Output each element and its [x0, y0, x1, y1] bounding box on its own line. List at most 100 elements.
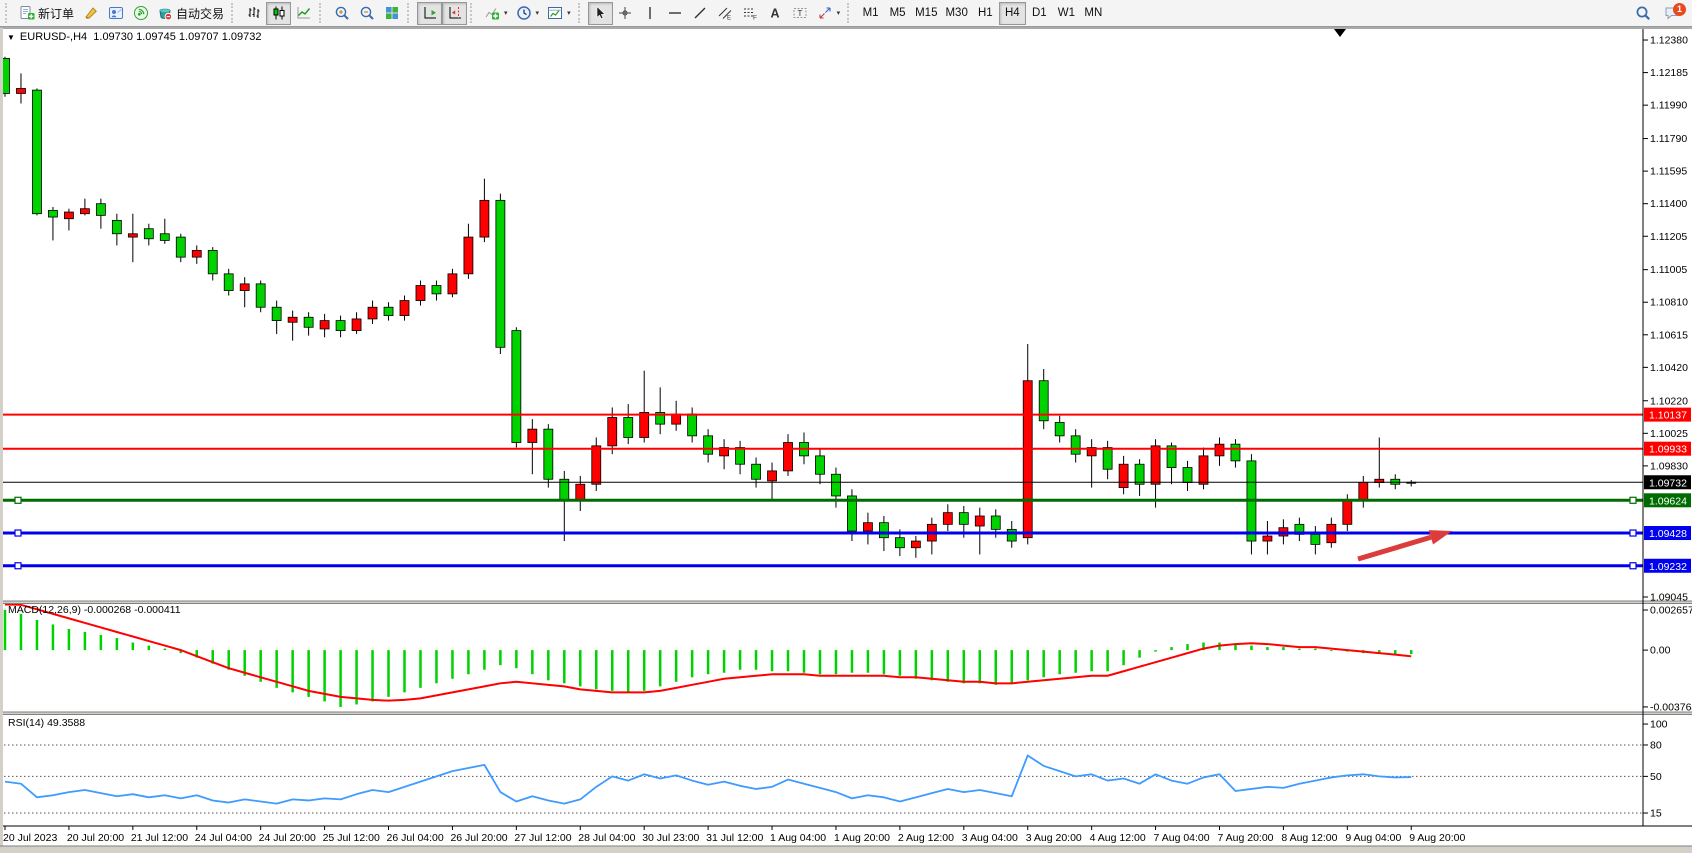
line-handle[interactable] [15, 497, 21, 503]
candle-body [1199, 456, 1208, 484]
candlestick-chart-button[interactable] [266, 2, 291, 25]
macd-histogram-bar [1186, 644, 1189, 650]
toolbar-grip [470, 3, 476, 23]
candle-body [144, 229, 153, 239]
macd-histogram-bar [1106, 650, 1109, 671]
macd-histogram-bar [52, 624, 55, 650]
time-tick-label: 26 Jul 20:00 [450, 832, 507, 844]
cursor-button[interactable] [588, 2, 613, 25]
candle-body [1391, 479, 1400, 484]
macd-histogram-bar [1090, 650, 1093, 671]
candle-body [672, 414, 681, 424]
macd-histogram-bar [659, 650, 662, 686]
indicators-button[interactable]: ▾ [480, 2, 512, 25]
macd-histogram-bar [931, 650, 934, 680]
line-handle[interactable] [15, 563, 21, 569]
tile-windows-button[interactable] [379, 2, 404, 25]
macd-histogram-bar [116, 638, 119, 650]
symbol-dropdown-icon[interactable]: ▼ [7, 33, 15, 42]
candle-body [1359, 483, 1368, 501]
chart-shift-icon [447, 5, 463, 21]
signals-button[interactable] [128, 2, 153, 25]
timeframe-m5-button[interactable]: M5 [884, 2, 911, 25]
autotrading-button[interactable]: 自动交易 [153, 2, 228, 25]
notifications-button[interactable]: 1 [1659, 2, 1684, 25]
candle-body [592, 446, 601, 484]
price-tick-label: 1.10220 [1650, 395, 1688, 407]
line-chart-button[interactable] [291, 2, 316, 25]
timeframe-d1-button[interactable]: D1 [1026, 2, 1053, 25]
chart-window-icon [108, 5, 124, 21]
templates-button[interactable]: ▾ [543, 2, 575, 25]
timeframe-h4-button[interactable]: H4 [999, 2, 1026, 25]
toolbar-grip [407, 3, 413, 23]
bar-chart-button[interactable] [241, 2, 266, 25]
candle-body [863, 523, 872, 531]
time-tick-label: 4 Aug 12:00 [1090, 832, 1146, 844]
macd-histogram-bar [819, 650, 822, 674]
line-handle[interactable] [1630, 497, 1636, 503]
candle-body [1311, 534, 1320, 544]
macd-histogram-bar [1410, 650, 1413, 654]
macd-histogram-bar [963, 650, 966, 683]
fibonacci-icon: F [742, 5, 758, 21]
vertical-line-button[interactable] [638, 2, 663, 25]
horizontal-line-button[interactable] [663, 2, 688, 25]
window-bottom-strip [0, 846, 1692, 853]
text-button[interactable]: A [763, 2, 788, 25]
label-button[interactable]: T [788, 2, 813, 25]
price-tick-label: 1.11790 [1650, 133, 1687, 145]
trendline-button[interactable] [688, 2, 713, 25]
toolbar-grip [319, 3, 325, 23]
line-handle[interactable] [1630, 530, 1636, 536]
macd-histogram-bar [915, 650, 918, 679]
candle-body [975, 516, 984, 526]
macd-histogram-bar [1026, 650, 1029, 680]
timeframe-m30-button[interactable]: M30 [941, 2, 971, 25]
zoom-out-button[interactable] [354, 2, 379, 25]
chart-window[interactable]: 1.123801.121851.119901.117901.115951.114… [0, 27, 1692, 853]
search-button[interactable] [1630, 2, 1655, 25]
line-handle[interactable] [1630, 563, 1636, 569]
channel-button[interactable]: E [713, 2, 738, 25]
periods-button[interactable]: ▾ [512, 2, 544, 25]
toolbar: 新订单自动交易▾▾▾EFAT▾M1M5M15M30H1H4D1W1MN1 [0, 0, 1692, 27]
candle-body [1263, 536, 1272, 541]
price-line-label: 1.10137 [1649, 410, 1687, 422]
auto-scroll-button[interactable] [417, 2, 442, 25]
candle-body [288, 317, 297, 322]
price-tick-label: 1.11400 [1650, 198, 1687, 210]
candle-body [1183, 468, 1192, 483]
crosshair-button[interactable] [613, 2, 638, 25]
macd-histogram-bar [1330, 650, 1333, 651]
macd-histogram-bar [1282, 647, 1285, 650]
timeframe-m15-button[interactable]: M15 [911, 2, 941, 25]
candle-body [336, 321, 345, 331]
arrows-button[interactable]: ▾ [813, 2, 845, 25]
new-order-button[interactable]: 新订单 [15, 2, 78, 25]
market-watch-button[interactable] [103, 2, 128, 25]
timeframe-m1-button[interactable]: M1 [857, 2, 884, 25]
candle-body [1135, 464, 1144, 484]
rsi-axis-label: 50 [1650, 771, 1662, 783]
timeframe-w1-button[interactable]: W1 [1053, 2, 1080, 25]
time-tick-label: 1 Aug 04:00 [770, 832, 826, 844]
macd-histogram-bar [403, 650, 406, 692]
toolbar-grip [578, 3, 584, 23]
timeframe-h1-button[interactable]: H1 [972, 2, 999, 25]
macd-histogram-bar [1138, 650, 1141, 658]
timeframe-mn-button[interactable]: MN [1080, 2, 1107, 25]
chart-shift-button[interactable] [442, 2, 467, 25]
candle-body [784, 443, 793, 471]
fibonacci-button[interactable]: F [738, 2, 763, 25]
line-handle[interactable] [15, 530, 21, 536]
styles-button[interactable] [78, 2, 103, 25]
candle-body [1343, 501, 1352, 524]
toolbar-grip [847, 3, 853, 23]
candle-body [768, 471, 777, 481]
zoom-in-button[interactable] [329, 2, 354, 25]
toolbar-right: 1 [1630, 2, 1684, 25]
candle-body [1071, 436, 1080, 454]
macd-histogram-bar [531, 650, 534, 674]
price-tick-label: 1.10420 [1650, 362, 1688, 374]
